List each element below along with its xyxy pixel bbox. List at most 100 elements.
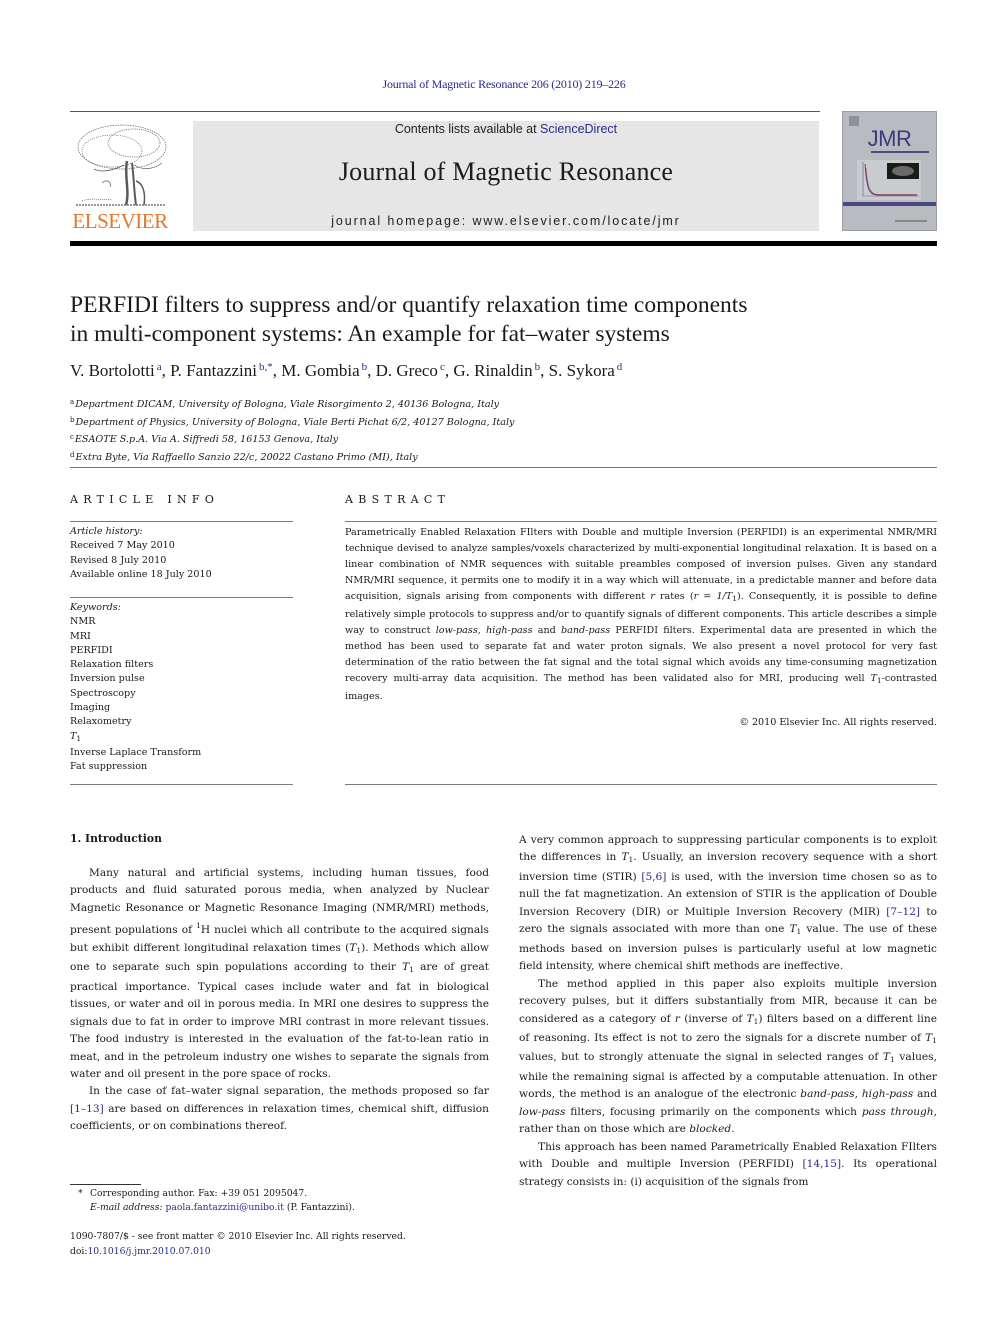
- keyword: PERFIDI: [70, 644, 113, 656]
- abstract-term: high-pass: [486, 624, 533, 636]
- text-segment: are of great practical importance. Typic…: [70, 961, 489, 1080]
- affiliation-link[interactable]: d: [617, 361, 623, 373]
- article-title-line-2: in multi-component systems: An example f…: [70, 321, 670, 347]
- paragraph: A very common approach to suppressing pa…: [519, 832, 937, 976]
- text-segment: are based on differences in relaxation t…: [70, 1102, 489, 1133]
- abstract-copyright: © 2010 Elsevier Inc. All rights reserved…: [739, 717, 937, 728]
- keyword: Inversion pulse: [70, 673, 145, 685]
- article-title: PERFIDI filters to suppress and/or quant…: [70, 291, 930, 349]
- email-label: E-mail address:: [90, 1202, 163, 1213]
- section-heading: 1. Introduction: [70, 832, 162, 845]
- header-thick-rule: [70, 241, 937, 246]
- citation-link[interactable]: [7–12]: [886, 906, 920, 918]
- email-suffix: (P. Fantazzini).: [283, 1202, 355, 1213]
- keyword: Inverse Laplace Transform: [70, 746, 202, 758]
- citation-link[interactable]: [1–13]: [70, 1103, 104, 1115]
- affiliation-link[interactable]: b: [535, 361, 541, 373]
- abstract-segment: rates (: [654, 590, 694, 602]
- article-info-rule: [70, 597, 293, 598]
- journal-homepage-link[interactable]: journal homepage: www.elsevier.com/locat…: [193, 214, 819, 228]
- issn-line: 1090-7807/$ - see front matter © 2010 El…: [70, 1231, 406, 1242]
- t1-letter: T: [746, 1012, 754, 1025]
- body-column-right: A very common approach to suppressing pa…: [519, 832, 937, 1191]
- affiliation-link[interactable]: c: [440, 361, 445, 373]
- affiliation-text: Extra Byte, Via Raffaello Sanzio 22/c, 2…: [75, 451, 418, 463]
- citation-link[interactable]: [5,6]: [641, 871, 666, 883]
- journal-banner: Contents lists available at ScienceDirec…: [193, 121, 819, 231]
- article-info-rule: [70, 784, 293, 785]
- body-column-left: Many natural and artificial systems, inc…: [70, 865, 489, 1136]
- text-segment: ,: [854, 1088, 862, 1101]
- abstract-segment: and: [532, 624, 562, 636]
- abstract-term: low-pass: [435, 624, 478, 636]
- header-rule: [70, 111, 820, 112]
- affiliation-text: ESAOTE S.p.A. Via A. Siffredi 58, 16153 …: [74, 434, 339, 445]
- author: D. Greco: [375, 361, 438, 380]
- front-matter: 1090-7807/$ - see front matter © 2010 El…: [70, 1230, 530, 1259]
- doi-link[interactable]: 10.1016/j.jmr.2010.07.010: [87, 1246, 210, 1257]
- author-list: V. Bortolotti a, P. Fantazzini b,*, M. Gom…: [70, 361, 623, 380]
- text-segment: values, but to strongly attenuate the si…: [519, 1051, 883, 1064]
- footnote-text: Corresponding author. Fax: +39 051 20950…: [90, 1188, 308, 1199]
- keyword: Relaxation filters: [70, 659, 154, 671]
- term: blocked: [689, 1123, 732, 1136]
- footnote-star: *: [78, 1188, 83, 1199]
- cover-title: JMR: [867, 126, 912, 151]
- cover-footer: [895, 220, 927, 222]
- history-label: Article history:: [70, 526, 143, 537]
- affiliation-list: aDepartment DICAM, University of Bologna…: [70, 395, 770, 465]
- sciencedirect-link[interactable]: ScienceDirect: [540, 122, 617, 136]
- cover-publisher-logo: [849, 116, 859, 126]
- author: S. Sykora: [548, 361, 615, 380]
- keyword: Relaxometry: [70, 716, 132, 728]
- term: band-pass: [800, 1088, 855, 1101]
- text-segment: filters, focusing primarily on the compo…: [565, 1105, 862, 1118]
- affiliation-text: Department DICAM, University of Bologna,…: [75, 399, 500, 410]
- doi-line: doi:10.1016/j.jmr.2010.07.010: [70, 1245, 530, 1260]
- footnotes: * Corresponding author. Fax: +39 051 2095…: [70, 1187, 490, 1215]
- affiliation-mark: a: [70, 398, 75, 406]
- article-info-rule: [70, 521, 293, 522]
- citation-link[interactable]: [14,15]: [803, 1158, 842, 1170]
- affiliation: cESAOTE S.p.A. Via A. Siffredi 58, 16153…: [70, 430, 770, 448]
- affiliation-mark: b: [70, 415, 75, 424]
- t1-letter: T: [882, 1051, 890, 1064]
- t1-subscript: 1: [76, 733, 82, 743]
- affiliation-text: Department of Physics, University of Bol…: [75, 416, 515, 428]
- journal-cover-thumbnail[interactable]: JMR: [842, 111, 937, 231]
- cover-band: [843, 202, 936, 206]
- affiliation-link[interactable]: b,*: [259, 361, 273, 373]
- keyword: Spectroscopy: [70, 687, 136, 699]
- author: M. Gombia: [281, 361, 360, 380]
- paragraph: This approach has been named Parametrica…: [519, 1139, 937, 1191]
- term: pass through: [861, 1105, 934, 1118]
- history-item: Revised 8 July 2010: [70, 554, 167, 566]
- keywords-label: Keywords:: [70, 602, 121, 613]
- affiliation: dExtra Byte, Via Raffaello Sanzio 22/c, …: [70, 448, 770, 466]
- corresponding-author-note: * Corresponding author. Fax: +39 051 2095…: [70, 1187, 490, 1201]
- keyword-list: Keywords: NMR MRI PERFIDI Relaxation fil…: [70, 601, 293, 775]
- elsevier-logo[interactable]: ELSEVIER: [70, 121, 170, 233]
- abstract-heading: ABSTRACT: [345, 493, 451, 506]
- author: G. Rinaldin: [453, 361, 533, 380]
- history-item: Received 7 May 2010: [70, 540, 175, 552]
- abstract-formula: r = 1/T: [693, 590, 733, 602]
- affiliation-link[interactable]: a: [157, 361, 162, 373]
- author: V. Bortolotti: [70, 361, 155, 380]
- contents-line: Contents lists available at ScienceDirec…: [193, 122, 819, 136]
- affiliation-mark: d: [70, 450, 75, 459]
- text-segment: .: [731, 1123, 735, 1136]
- running-head[interactable]: Journal of Magnetic Resonance 206 (2010)…: [0, 77, 992, 92]
- author: P. Fantazzini: [170, 361, 257, 380]
- paragraph: In the case of fat–water signal separati…: [70, 1083, 489, 1135]
- abstract-segment: ,: [477, 624, 487, 636]
- article-info-heading: ARTICLE INFO: [70, 493, 220, 506]
- history-item: Available online 18 July 2010: [70, 568, 212, 580]
- affiliation-link[interactable]: b: [362, 361, 368, 373]
- email-link[interactable]: paola.fantazzini@unibo.it: [166, 1202, 284, 1213]
- abstract-text: Parametrically Enabled Relaxation FIlter…: [345, 525, 937, 704]
- abstract-term: band-pass: [561, 624, 611, 636]
- doi-prefix: doi:: [70, 1245, 88, 1257]
- text-segment: In the case of fat–water signal separati…: [89, 1085, 489, 1098]
- abstract-rule: [345, 521, 937, 522]
